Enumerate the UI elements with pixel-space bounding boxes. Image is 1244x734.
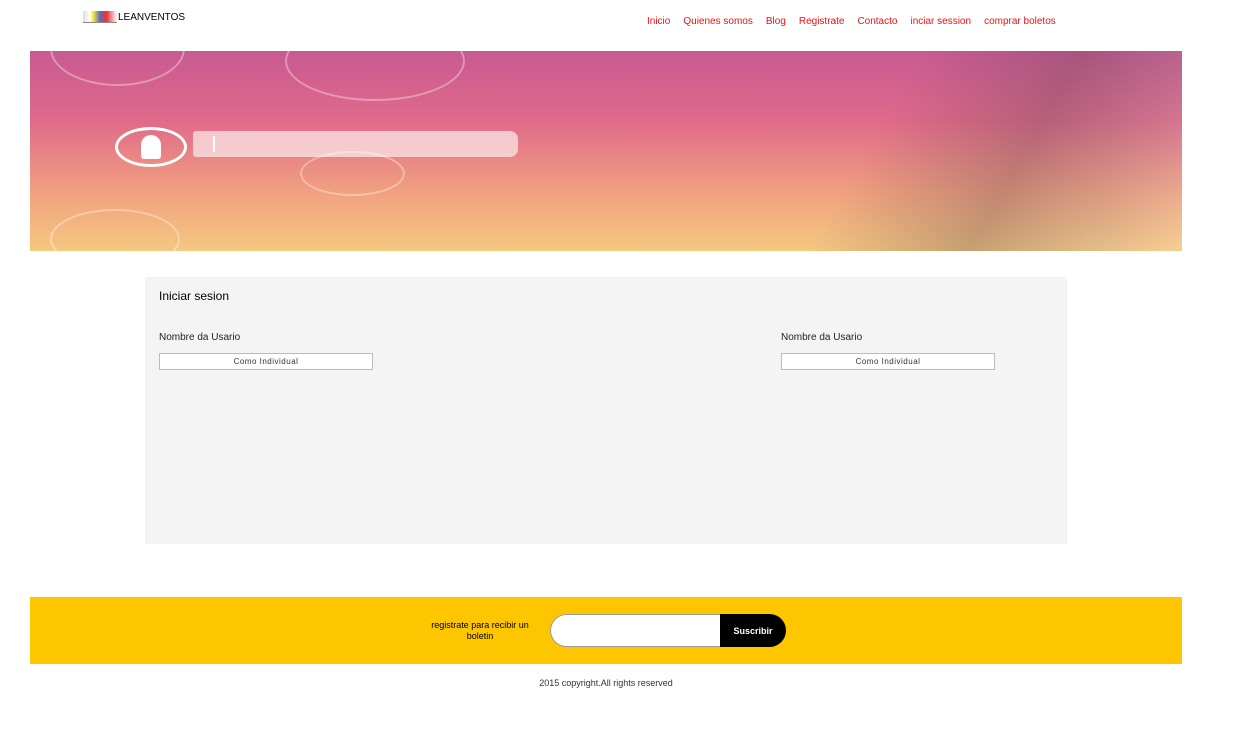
nav-blog[interactable]: Blog [766, 16, 786, 27]
email-input[interactable] [550, 614, 722, 647]
user-icon [115, 127, 187, 167]
nav-contacto[interactable]: Contacto [857, 16, 897, 27]
copyright: 2015 copyright.All rights reserved [539, 678, 673, 688]
hero-banner [30, 51, 1182, 251]
username-label: Nombre da Usario [781, 332, 863, 343]
nav-comprar-boletos[interactable]: comprar boletos [984, 16, 1056, 27]
banner-bar [193, 131, 518, 157]
login-column-right: Nombre da Usario Como Individual [781, 332, 995, 370]
individual-button[interactable]: Como Individual [159, 353, 373, 370]
newsletter-text: registrate para recibir un boletin [431, 620, 529, 641]
nav-iniciar-session[interactable]: inciar session [910, 16, 971, 27]
username-label: Nombre da Usario [159, 332, 241, 343]
login-panel: Iniciar sesion Nombre da Usario Como Ind… [145, 277, 1067, 544]
main-nav: Inicio Quienes somos Blog Registrate Con… [647, 16, 1056, 27]
logo-image [83, 11, 117, 23]
nav-inicio[interactable]: Inicio [647, 16, 670, 27]
nav-registrate[interactable]: Registrate [799, 16, 845, 27]
panel-title: Iniciar sesion [159, 289, 230, 303]
newsletter-footer: registrate para recibir un boletin Suscr… [30, 597, 1182, 664]
login-column-left: Nombre da Usario Como Individual [159, 332, 373, 370]
nav-quienes-somos[interactable]: Quienes somos [683, 16, 752, 27]
logo[interactable]: LEANVENTOS [83, 11, 185, 23]
brand-name: LEANVENTOS [118, 11, 186, 23]
individual-button[interactable]: Como Individual [781, 353, 995, 370]
subscribe-button[interactable]: Suscribir [720, 614, 786, 647]
